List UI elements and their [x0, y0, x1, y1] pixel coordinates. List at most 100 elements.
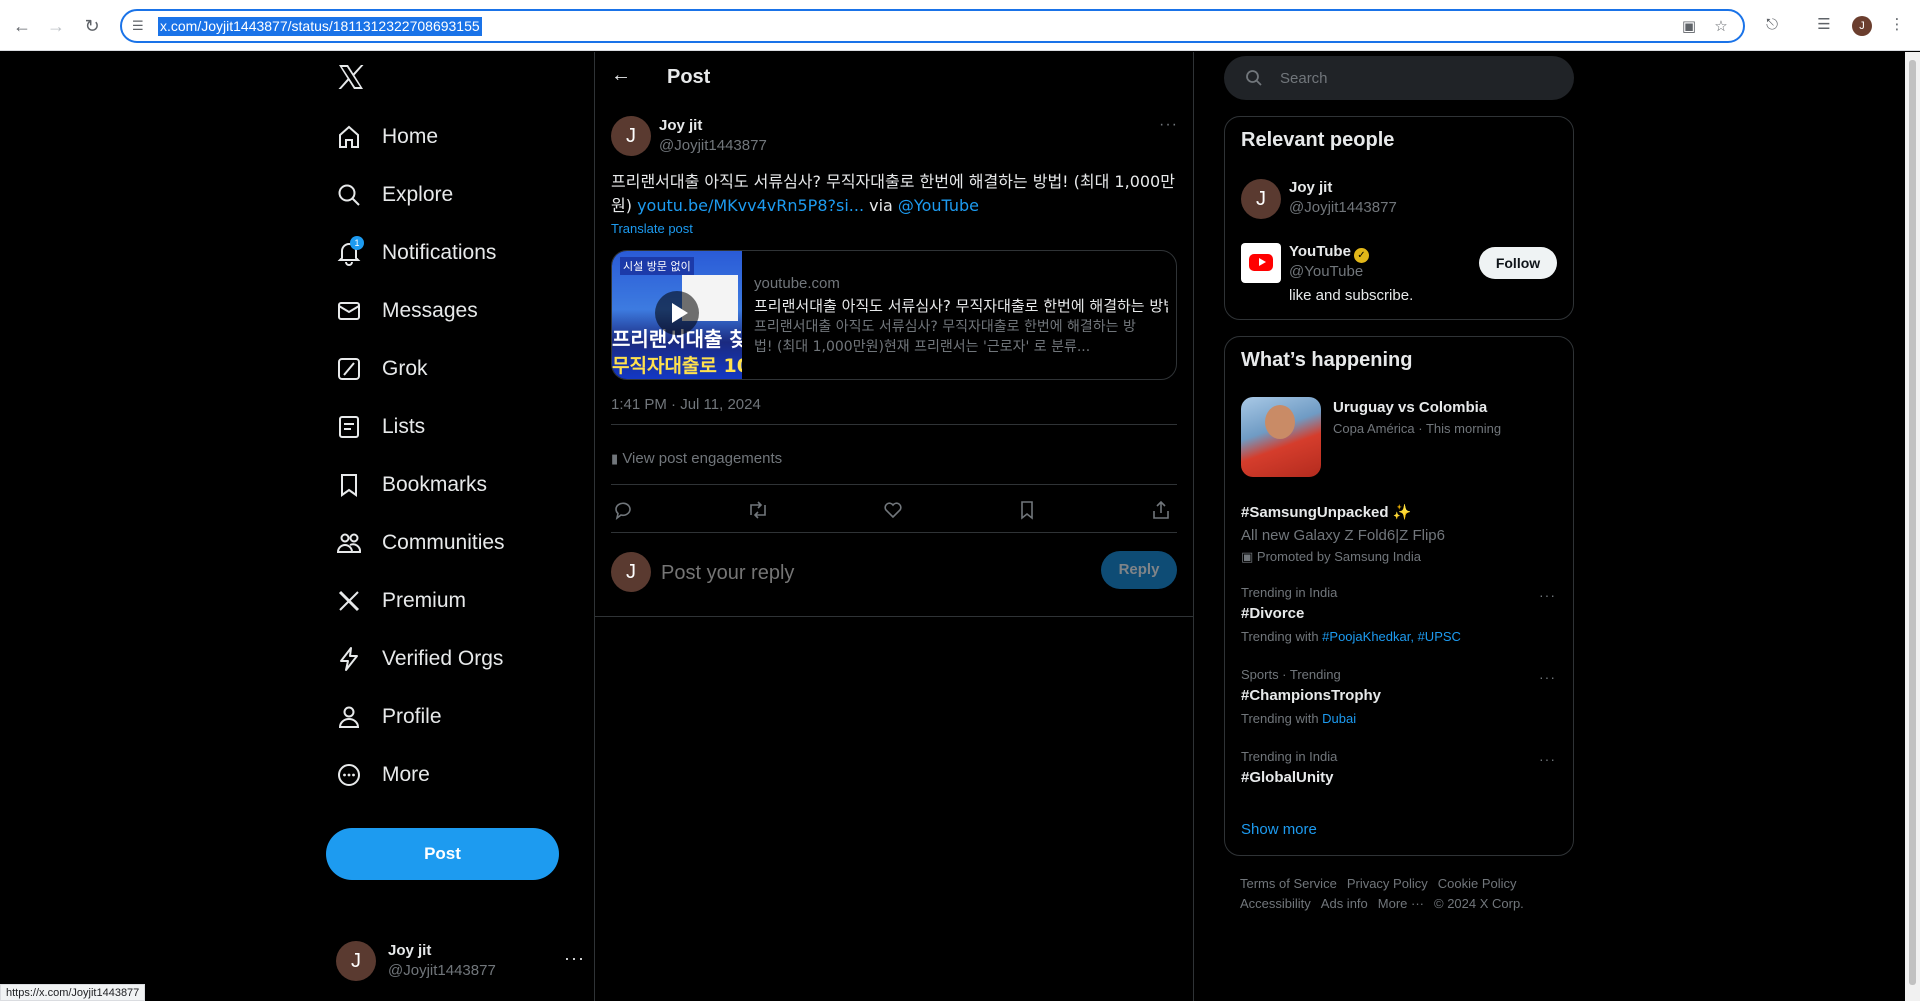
- nav-lists[interactable]: Lists: [336, 402, 425, 452]
- more-dots-icon[interactable]: ···: [1539, 669, 1556, 685]
- footer-link[interactable]: Privacy Policy: [1347, 876, 1428, 891]
- x-logo-icon[interactable]: [336, 62, 366, 92]
- page-scrollbar[interactable]: [1905, 52, 1920, 1001]
- nav-explore-label: Explore: [382, 183, 454, 206]
- play-icon[interactable]: [655, 291, 699, 335]
- share-icon[interactable]: [1149, 498, 1173, 522]
- address-bar[interactable]: ☰ x.com/Joyjit1443877/status/18113123227…: [120, 9, 1745, 43]
- person-handle[interactable]: @YouTube: [1289, 263, 1363, 280]
- divider: [611, 484, 1177, 485]
- tweet-text: 프리랜서대출 아직도 서류심사? 무직자대출로 한번에 해결하는 방법! (최대…: [611, 170, 1177, 218]
- account-name: Joy jit: [388, 942, 432, 959]
- nav-explore[interactable]: Explore: [336, 170, 453, 220]
- search-box[interactable]: [1224, 56, 1574, 100]
- trend-with-tags[interactable]: Dubai: [1322, 711, 1356, 726]
- follow-button[interactable]: Follow: [1479, 247, 1557, 279]
- url-text[interactable]: x.com/Joyjit1443877/status/1811312322708…: [158, 17, 482, 36]
- account-switcher[interactable]: J Joy jit @Joyjit1443877 ···: [336, 936, 584, 986]
- footer-link[interactable]: More ···: [1378, 896, 1424, 911]
- bookmark-icon[interactable]: [1015, 498, 1039, 522]
- left-sidebar: Home Explore 1 Notifications Messages Gr…: [326, 52, 594, 1001]
- trend-with: Trending with Dubai: [1241, 711, 1356, 726]
- back-arrow-icon[interactable]: ←: [10, 14, 34, 38]
- youtube-logo-icon[interactable]: [1241, 243, 1281, 283]
- trend-title[interactable]: #GlobalUnity: [1241, 769, 1334, 786]
- forward-arrow-icon[interactable]: →: [44, 14, 68, 38]
- list-icon: [336, 414, 362, 440]
- nav-verified-orgs[interactable]: Verified Orgs: [336, 634, 503, 684]
- card-description: 프리랜서대출 아직도 서류심사? 무직자대출로 한번에 해결하는 방법! (최대…: [754, 319, 1136, 355]
- trend-title[interactable]: #Divorce: [1241, 605, 1304, 622]
- more-dots-icon[interactable]: ···: [564, 948, 585, 969]
- more-dots-icon[interactable]: ···: [1539, 751, 1556, 767]
- footer-link[interactable]: Cookie Policy: [1438, 876, 1517, 891]
- tweet-timestamp[interactable]: 1:41 PM · Jul 11, 2024: [611, 396, 761, 413]
- trend-title[interactable]: Uruguay vs Colombia: [1333, 399, 1487, 416]
- nav-more[interactable]: More: [336, 750, 430, 800]
- nav-communities-label: Communities: [382, 531, 505, 554]
- lightning-icon: [336, 646, 362, 672]
- scrollbar-thumb[interactable]: [1909, 60, 1916, 985]
- media-controls-icon[interactable]: ☰: [1813, 14, 1835, 36]
- nav-premium[interactable]: Premium: [336, 576, 466, 626]
- nav-more-label: More: [382, 763, 430, 786]
- reload-icon[interactable]: ↻: [80, 14, 104, 38]
- footer-link[interactable]: Terms of Service: [1240, 876, 1337, 891]
- trend-meta: Trending in India: [1241, 585, 1338, 600]
- retweet-icon[interactable]: [746, 498, 770, 522]
- search-input[interactable]: [1280, 66, 1550, 90]
- nav-messages[interactable]: Messages: [336, 286, 478, 336]
- trend-image[interactable]: [1241, 397, 1321, 477]
- tweet-link[interactable]: youtu.be/MKvv4vRn5P8?si...: [637, 196, 864, 215]
- tweet-mention[interactable]: @YouTube: [898, 196, 979, 215]
- tweet-author-name[interactable]: Joy jit: [659, 117, 702, 134]
- card-domain: youtube.com: [754, 275, 840, 292]
- nav-bookmarks-label: Bookmarks: [382, 473, 488, 496]
- person-name-youtube[interactable]: YouTube ✓: [1289, 243, 1369, 263]
- browser-menu-icon[interactable]: ⋮: [1886, 14, 1908, 36]
- show-more-link[interactable]: Show more: [1241, 821, 1317, 838]
- translate-post-link[interactable]: Translate post: [611, 221, 693, 236]
- view-engagements-link[interactable]: ▮ View post engagements: [611, 450, 782, 467]
- whats-happening-title: What’s happening: [1241, 349, 1413, 371]
- trend-title[interactable]: #ChampionsTrophy: [1241, 687, 1381, 704]
- install-app-icon[interactable]: ▣: [1679, 17, 1699, 37]
- nav-bookmarks[interactable]: Bookmarks: [336, 460, 487, 510]
- more-dots-icon[interactable]: ···: [1539, 587, 1556, 603]
- card-title: 프리랜서대출 아직도 서류심사? 무직자대출로 한번에 해결하는 방법! (최대…: [754, 297, 1168, 315]
- person-handle[interactable]: @Joyjit1443877: [1289, 199, 1397, 216]
- link-preview-card[interactable]: 시설 방문 없이 프리랜서대출 찾으세요 무직자대출로 100% 해결 yout…: [611, 250, 1177, 380]
- more-circle-icon: [336, 762, 362, 788]
- avatar: J: [611, 552, 651, 592]
- bookmark-star-icon[interactable]: ☆: [1711, 17, 1731, 37]
- browser-profile-avatar[interactable]: J: [1852, 16, 1872, 36]
- heart-icon[interactable]: [881, 498, 905, 522]
- nav-notifications[interactable]: 1 Notifications: [336, 228, 496, 278]
- promoted-trend-title[interactable]: #SamsungUnpacked ✨: [1241, 503, 1411, 521]
- tweet-author-handle[interactable]: @Joyjit1443877: [659, 137, 767, 154]
- bar-chart-icon: ▮: [611, 451, 619, 466]
- nav-profile[interactable]: Profile: [336, 692, 442, 742]
- post-button[interactable]: Post: [326, 828, 559, 880]
- promoted-meta: ▣ Promoted by Samsung India: [1241, 549, 1421, 565]
- relevant-people-panel: Relevant people J Joy jit @Joyjit1443877…: [1224, 116, 1574, 320]
- nav-home[interactable]: Home: [336, 112, 438, 162]
- trend-with-tags[interactable]: #PoojaKhedkar, #UPSC: [1322, 629, 1461, 644]
- nav-grok[interactable]: Grok: [336, 344, 428, 394]
- person-name[interactable]: Joy jit: [1289, 179, 1332, 196]
- nav-grok-label: Grok: [382, 357, 428, 380]
- site-info-icon[interactable]: ☰: [132, 18, 148, 34]
- footer-link[interactable]: Accessibility: [1240, 896, 1311, 911]
- reply-button[interactable]: Reply: [1101, 551, 1177, 589]
- footer-link[interactable]: Ads info: [1321, 896, 1368, 911]
- more-dots-icon[interactable]: ···: [1159, 116, 1178, 134]
- nav-communities[interactable]: Communities: [336, 518, 505, 568]
- avatar[interactable]: J: [1241, 179, 1281, 219]
- nav-premium-label: Premium: [382, 589, 467, 612]
- avatar[interactable]: J: [611, 116, 651, 156]
- back-arrow-icon[interactable]: ←: [611, 64, 631, 87]
- reply-input[interactable]: [661, 558, 1061, 588]
- reply-icon[interactable]: [611, 498, 635, 522]
- extensions-icon[interactable]: ⎋: [1761, 14, 1783, 36]
- video-thumbnail[interactable]: 시설 방문 없이 프리랜서대출 찾으세요 무직자대출로 100% 해결: [612, 251, 742, 379]
